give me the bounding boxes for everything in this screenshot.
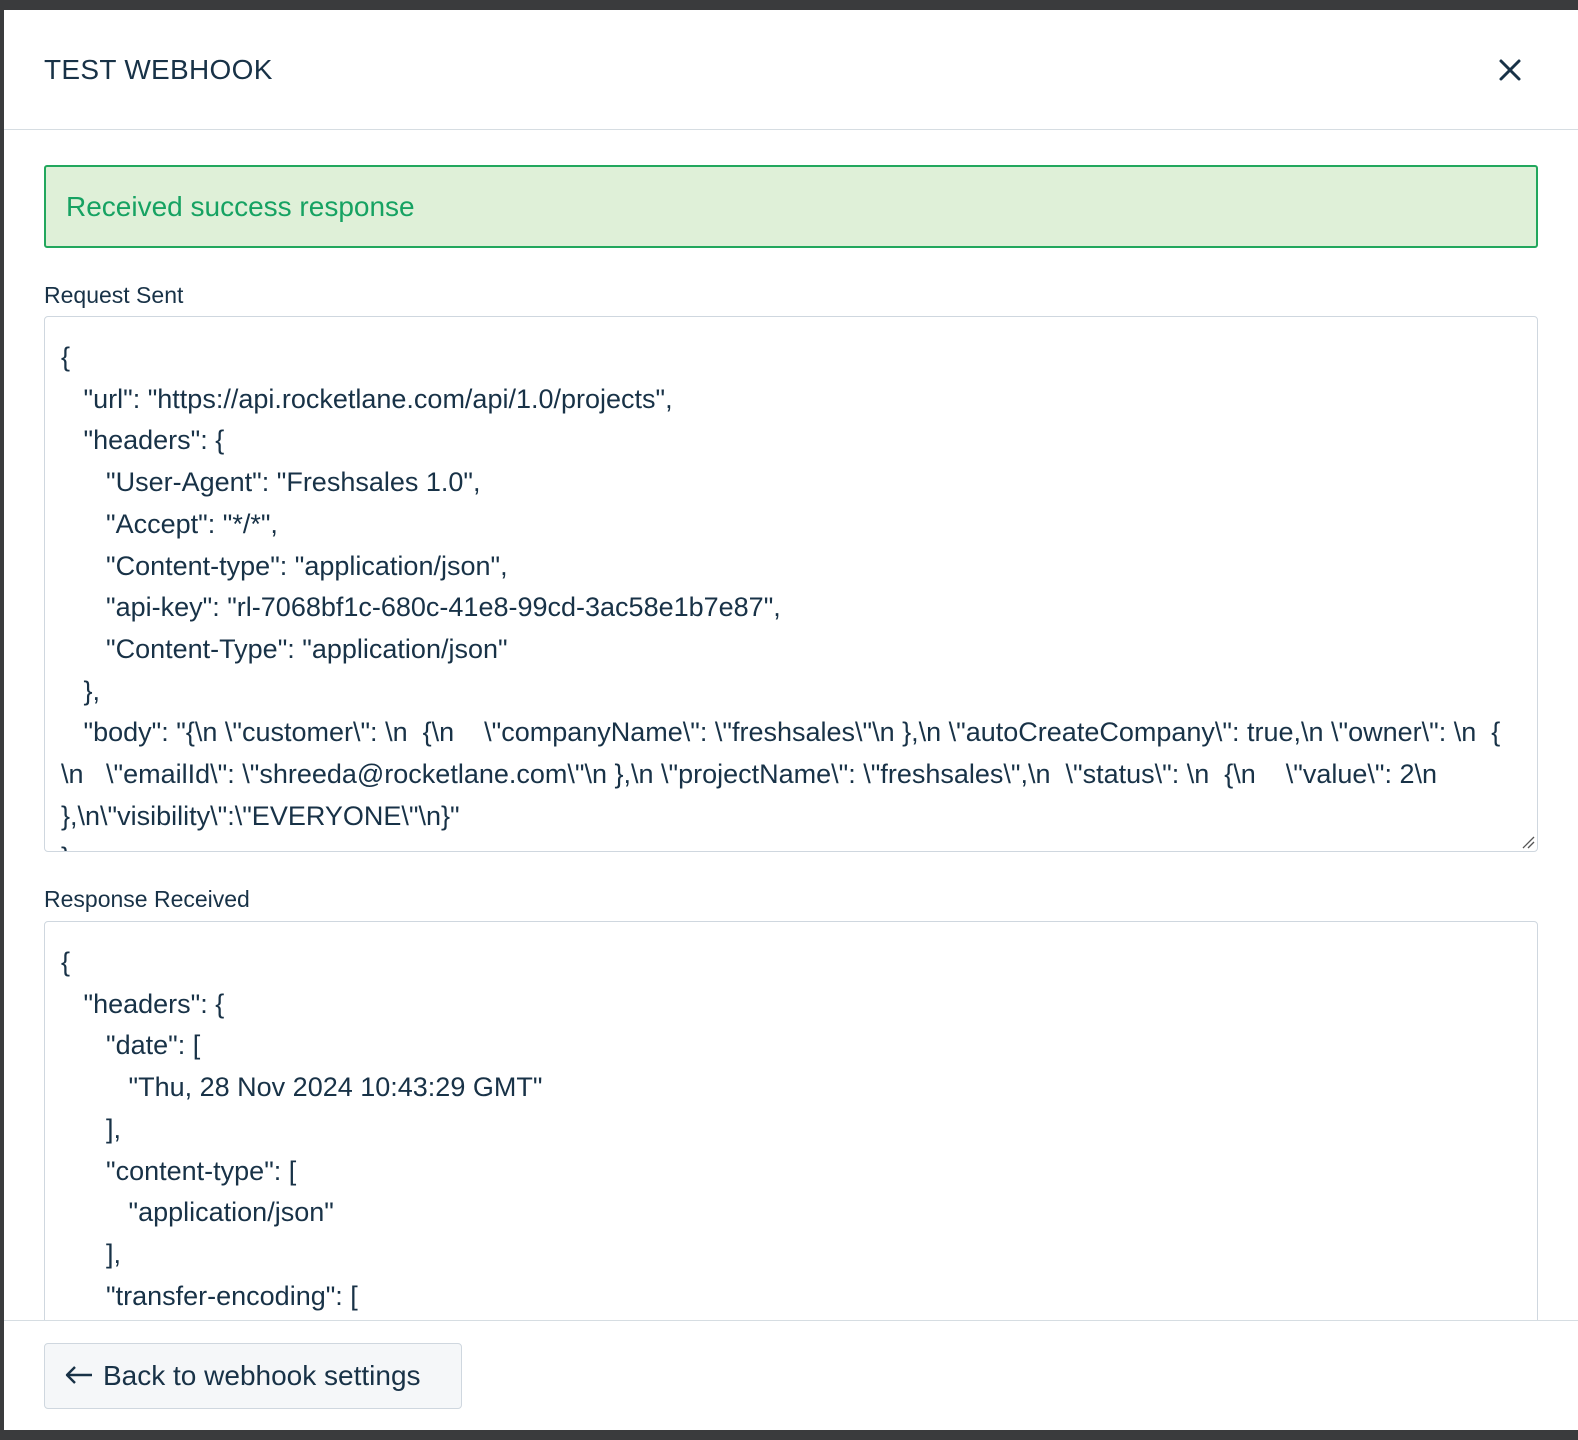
back-button-label: Back to webhook settings — [103, 1360, 421, 1391]
modal-footer: Back to webhook settings — [4, 1320, 1578, 1430]
request-sent-label: Request Sent — [44, 282, 184, 308]
close-icon — [1499, 59, 1521, 81]
response-received-content: { "headers": { "date": [ "Thu, 28 Nov 20… — [61, 947, 543, 1380]
arrow-left-icon — [65, 1359, 93, 1393]
test-webhook-modal: TEST WEBHOOK Received success response R… — [4, 10, 1578, 1430]
success-alert: Received success response — [44, 165, 1538, 248]
close-button[interactable] — [1494, 54, 1526, 86]
resize-handle-icon[interactable] — [1519, 833, 1535, 849]
response-received-label: Response Received — [44, 886, 250, 912]
modal-title: TEST WEBHOOK — [44, 54, 273, 85]
request-sent-textarea[interactable]: { "url": "https://api.rocketlane.com/api… — [44, 316, 1538, 852]
alert-message: Received success response — [66, 191, 415, 222]
response-received-textarea[interactable]: { "headers": { "date": [ "Thu, 28 Nov 20… — [44, 921, 1538, 1381]
request-sent-content: { "url": "https://api.rocketlane.com/api… — [61, 342, 1501, 851]
modal-header: TEST WEBHOOK — [4, 10, 1578, 130]
back-to-webhook-settings-button[interactable]: Back to webhook settings — [44, 1343, 462, 1409]
